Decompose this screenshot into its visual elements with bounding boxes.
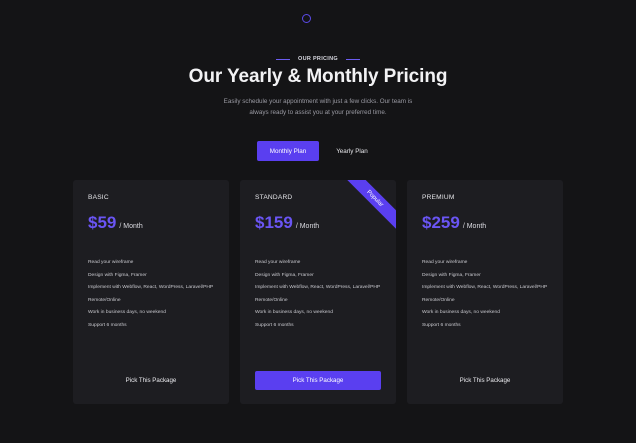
circle-indicator-icon xyxy=(302,14,311,23)
feature-list: Read your wireframe Design with Figma, F… xyxy=(88,260,218,336)
plan-name: BASIC xyxy=(88,194,109,201)
feature-item: Work in business days, no weekend xyxy=(88,310,166,316)
plan-name: PREMIUM xyxy=(422,194,455,201)
feature-item: Implement with Webflow, React, WordPress… xyxy=(255,285,381,291)
feature-item: Work in business days, no weekend xyxy=(422,310,500,316)
price-amount: $259 xyxy=(422,213,460,232)
feature-item: Read your wireframe xyxy=(255,260,301,265)
price-period: / Month xyxy=(295,223,320,230)
plan-price: $59 / Month xyxy=(88,213,143,233)
feature-item: Remote/Online xyxy=(88,297,121,303)
plan-name: STANDARD xyxy=(255,194,293,201)
price-amount: $59 xyxy=(88,213,117,232)
section-eyebrow: OUR PRICING xyxy=(0,54,636,64)
feature-item: Design with Figma, Framer xyxy=(88,272,147,278)
price-amount: $159 xyxy=(255,213,293,232)
pricing-card-premium: PREMIUM $259 / Month Read your wireframe… xyxy=(407,180,563,404)
plan-price: $259 / Month xyxy=(422,213,486,233)
page-title: Our Yearly & Monthly Pricing xyxy=(188,66,448,87)
pick-package-button[interactable]: Pick This Package xyxy=(255,371,381,390)
feature-item: Support 6 months xyxy=(255,322,294,328)
popular-ribbon: Popular xyxy=(339,180,396,234)
yearly-plan-tab[interactable]: Yearly Plan xyxy=(323,141,381,161)
plan-price: $159 / Month xyxy=(255,213,319,233)
eyebrow-line-right xyxy=(345,58,360,60)
pricing-card-standard: Popular STANDARD $159 / Month Read your … xyxy=(240,180,396,404)
feature-item: Design with Figma, Framer xyxy=(422,272,481,278)
price-period: / Month xyxy=(462,223,487,230)
feature-item: Implement with Webflow, React, WordPress… xyxy=(88,285,214,291)
eyebrow-line-left xyxy=(276,58,291,60)
feature-list: Read your wireframe Design with Figma, F… xyxy=(255,260,385,336)
eyebrow-label: OUR PRICING xyxy=(298,56,338,62)
feature-item: Read your wireframe xyxy=(422,260,468,265)
subtitle-line: Easily schedule your appointment with ju… xyxy=(223,98,413,105)
feature-item: Read your wireframe xyxy=(88,260,134,265)
price-period: / Month xyxy=(119,223,143,230)
pick-package-button[interactable]: Pick This Package xyxy=(88,371,214,390)
feature-item: Design with Figma, Framer xyxy=(255,272,314,278)
feature-item: Implement with Webflow, React, WordPress… xyxy=(422,285,548,291)
feature-item: Remote/Online xyxy=(422,297,455,303)
feature-item: Support 6 months xyxy=(422,322,461,328)
popular-badge-label: Popular xyxy=(365,189,385,208)
feature-item: Remote/Online xyxy=(255,297,288,303)
pricing-card-basic: BASIC $59 / Month Read your wireframe De… xyxy=(73,180,229,404)
subtitle-line: always ready to assist you at your prefe… xyxy=(249,109,387,116)
feature-item: Support 6 months xyxy=(88,322,127,328)
page-subtitle: Easily schedule your appointment with ju… xyxy=(208,96,428,118)
feature-list: Read your wireframe Design with Figma, F… xyxy=(422,260,552,336)
pick-package-button[interactable]: Pick This Package xyxy=(422,371,548,390)
monthly-plan-tab[interactable]: Monthly Plan xyxy=(257,141,319,161)
feature-item: Work in business days, no weekend xyxy=(255,310,333,316)
